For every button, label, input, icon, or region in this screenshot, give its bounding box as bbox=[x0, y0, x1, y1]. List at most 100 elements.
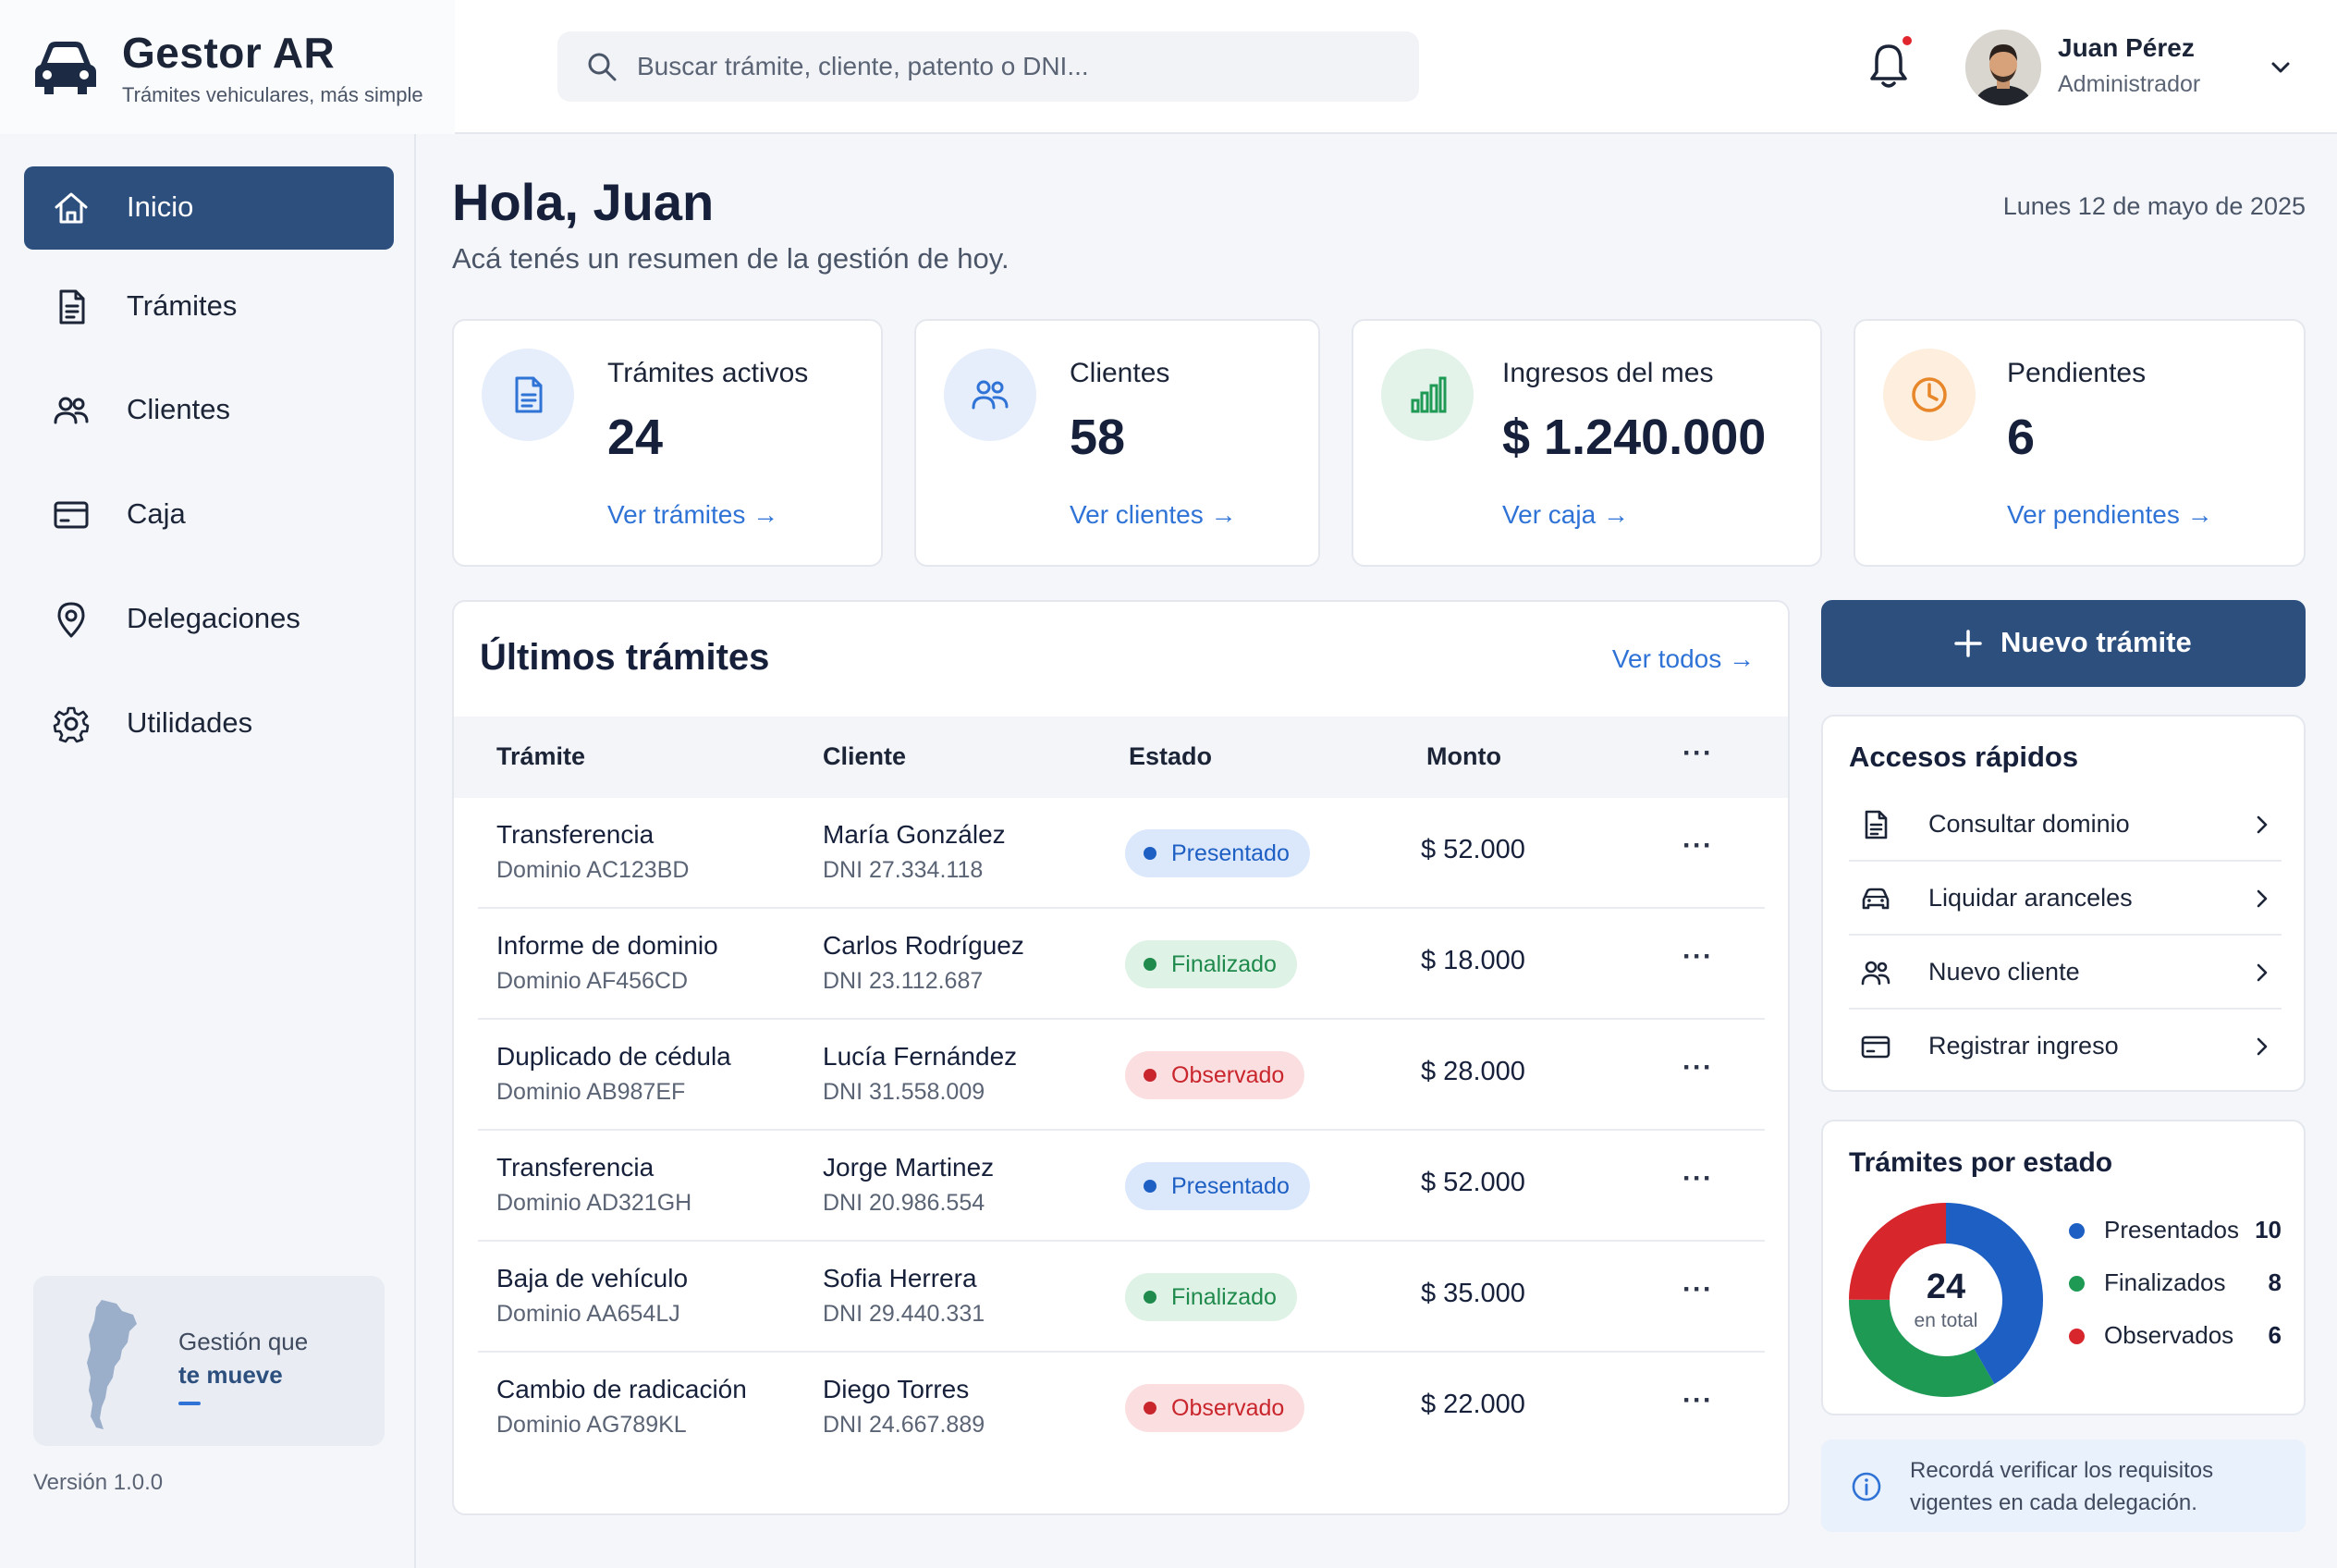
chevron-down-icon[interactable] bbox=[2267, 54, 2294, 81]
current-date: Lunes 12 de mayo de 2025 bbox=[2002, 192, 2306, 220]
section-title: Accesos rápidos bbox=[1849, 741, 2079, 773]
column-header[interactable]: Trámite bbox=[496, 742, 585, 771]
view-pendientes-link[interactable]: Ver pendientes → bbox=[2007, 500, 2213, 530]
legend-item: Finalizados 8 bbox=[2069, 1265, 2282, 1302]
card-icon bbox=[54, 501, 89, 529]
tramite-dominio: Dominio AF456CD bbox=[496, 968, 689, 994]
users-icon bbox=[1861, 961, 1890, 986]
legend-dot bbox=[2069, 1329, 2085, 1344]
tramite-dominio: Dominio AG789KL bbox=[496, 1412, 687, 1438]
sidebar-item-caja[interactable]: Caja bbox=[24, 473, 394, 557]
row-more-icon[interactable]: ··· bbox=[1682, 832, 1716, 864]
gear-icon bbox=[53, 706, 90, 743]
sidebar-item-inicio[interactable]: Inicio bbox=[24, 166, 394, 250]
quick-label: Liquidar aranceles bbox=[1928, 884, 2133, 912]
legend-value: 6 bbox=[2268, 1321, 2282, 1349]
tramite-dominio: Dominio AA654LJ bbox=[496, 1301, 680, 1327]
monto: $ 28.000 bbox=[1421, 1057, 1525, 1086]
view-tramites-link[interactable]: Ver trámites → bbox=[607, 500, 778, 530]
monto: $ 52.000 bbox=[1421, 1168, 1525, 1197]
stat-icon-circle bbox=[1381, 349, 1474, 441]
view-all-link[interactable]: Ver todos → bbox=[1612, 644, 1755, 674]
view-clientes-link[interactable]: Ver clientes → bbox=[1070, 500, 1237, 530]
cliente-dni: DNI 24.667.889 bbox=[823, 1412, 985, 1438]
quick-liquidar-aranceles[interactable]: Liquidar aranceles bbox=[1849, 862, 2282, 936]
brand-tagline: Trámites vehiculares, más simple bbox=[122, 83, 423, 106]
tramite-name: Cambio de radicación bbox=[496, 1375, 747, 1403]
sidebar-item-label: Utilidades bbox=[127, 706, 253, 739]
sidebar-item-clientes[interactable]: Clientes bbox=[24, 369, 394, 452]
tramite-dominio: Dominio AC123BD bbox=[496, 857, 690, 883]
quick-label: Consultar dominio bbox=[1928, 810, 2130, 838]
plus-icon bbox=[1954, 630, 1982, 657]
avatar[interactable] bbox=[1965, 30, 2041, 105]
tramite-name: Transferencia bbox=[496, 1153, 655, 1182]
stat-label: Pendientes bbox=[2007, 358, 2147, 388]
app-version: Versión 1.0.0 bbox=[33, 1470, 164, 1495]
cliente-name: Sofia Herrera bbox=[823, 1264, 977, 1292]
quick-nuevo-cliente[interactable]: Nuevo cliente bbox=[1849, 936, 2282, 1010]
car-icon bbox=[1862, 888, 1890, 910]
new-tramite-button[interactable]: Nuevo trámite bbox=[1821, 600, 2306, 687]
legend-item: Observados 6 bbox=[2069, 1317, 2282, 1354]
column-header[interactable]: Monto bbox=[1426, 742, 1501, 771]
column-header[interactable]: Cliente bbox=[823, 742, 906, 771]
stat-label: Trámites activos bbox=[607, 358, 809, 388]
row-more-icon[interactable]: ··· bbox=[1682, 943, 1716, 975]
cliente-dni: DNI 23.112.687 bbox=[823, 968, 984, 994]
bell-icon[interactable] bbox=[1866, 41, 1912, 91]
more-options-icon[interactable]: ··· bbox=[1682, 740, 1716, 772]
cliente-name: Diego Torres bbox=[823, 1375, 970, 1403]
view-caja-link[interactable]: Ver caja → bbox=[1502, 500, 1629, 530]
promo-accent-bar bbox=[178, 1402, 201, 1405]
stat-value: 6 bbox=[2007, 410, 2036, 465]
row-more-icon[interactable]: ··· bbox=[1682, 1276, 1716, 1308]
search-placeholder: Buscar trámite, cliente, patento o DNI..… bbox=[637, 52, 1089, 80]
quick-registrar-ingreso[interactable]: Registrar ingreso bbox=[1849, 1010, 2282, 1084]
row-more-icon[interactable]: ··· bbox=[1682, 1387, 1716, 1419]
cliente-dni: DNI 31.558.009 bbox=[823, 1079, 985, 1105]
avatar-portrait-icon bbox=[1965, 30, 2041, 105]
new-tramite-label: Nuevo trámite bbox=[2001, 626, 2192, 658]
table-row[interactable]: Transferencia Dominio AD321GH Jorge Mart… bbox=[478, 1131, 1765, 1242]
card-icon bbox=[1861, 1035, 1890, 1059]
info-notice: Recordá verificar los requisitos vigente… bbox=[1821, 1439, 2306, 1532]
search-input[interactable]: Buscar trámite, cliente, patento o DNI..… bbox=[557, 31, 1419, 102]
sidebar-item-label: Caja bbox=[127, 497, 186, 530]
page-title: Hola, Juan bbox=[452, 173, 715, 231]
brand[interactable]: Gestor AR Trámites vehiculares, más simp… bbox=[0, 0, 455, 134]
sidebar-item-utilidades[interactable]: Utilidades bbox=[24, 682, 394, 766]
row-more-icon[interactable]: ··· bbox=[1682, 1054, 1716, 1086]
sidebar: Inicio Trámites Clientes Caja Delegacion… bbox=[0, 134, 416, 1568]
stat-value: 24 bbox=[607, 410, 664, 465]
brand-name: Gestor AR bbox=[122, 29, 336, 77]
sidebar-item-delegaciones[interactable]: Delegaciones bbox=[24, 578, 394, 661]
sidebar-item-label: Trámites bbox=[127, 289, 238, 322]
section-title: Trámites por estado bbox=[1849, 1147, 2113, 1178]
table-row[interactable]: Transferencia Dominio AC123BD María Gonz… bbox=[478, 798, 1765, 909]
clock-icon bbox=[1912, 377, 1947, 412]
users-icon bbox=[972, 380, 1009, 410]
table-row[interactable]: Cambio de radicación Dominio AG789KL Die… bbox=[478, 1353, 1765, 1464]
sidebar-item-label: Delegaciones bbox=[127, 602, 300, 634]
quick-consultar-dominio[interactable]: Consultar dominio bbox=[1849, 788, 2282, 862]
recent-tramites-card: Últimos trámites Ver todos → Trámite Cli… bbox=[452, 600, 1790, 1515]
quick-label: Registrar ingreso bbox=[1928, 1032, 2119, 1060]
legend-label: Finalizados bbox=[2104, 1268, 2226, 1296]
table-row[interactable]: Baja de vehículo Dominio AA654LJ Sofia H… bbox=[478, 1242, 1765, 1353]
home-icon bbox=[55, 192, 88, 224]
notice-text: Recordá verificar los requisitos vigente… bbox=[1910, 1458, 2214, 1515]
stat-value: $ 1.240.000 bbox=[1502, 410, 1767, 465]
stat-value: 58 bbox=[1070, 410, 1126, 465]
table-row[interactable]: Informe de dominio Dominio AF456CD Carlo… bbox=[478, 909, 1765, 1020]
tramite-dominio: Dominio AD321GH bbox=[496, 1190, 692, 1216]
donut-total-label: en total bbox=[1914, 1310, 1978, 1331]
column-header[interactable]: Estado bbox=[1129, 742, 1212, 771]
sidebar-item-tramites[interactable]: Trámites bbox=[24, 265, 394, 349]
table-row[interactable]: Duplicado de cédula Dominio AB987EF Lucí… bbox=[478, 1020, 1765, 1131]
tramite-name: Informe de dominio bbox=[496, 931, 718, 960]
monto: $ 22.000 bbox=[1421, 1390, 1525, 1419]
status-badge: Observado bbox=[1125, 1051, 1305, 1099]
quick-access-card: Accesos rápidos Consultar dominio Liquid… bbox=[1821, 715, 2306, 1092]
row-more-icon[interactable]: ··· bbox=[1682, 1165, 1716, 1197]
